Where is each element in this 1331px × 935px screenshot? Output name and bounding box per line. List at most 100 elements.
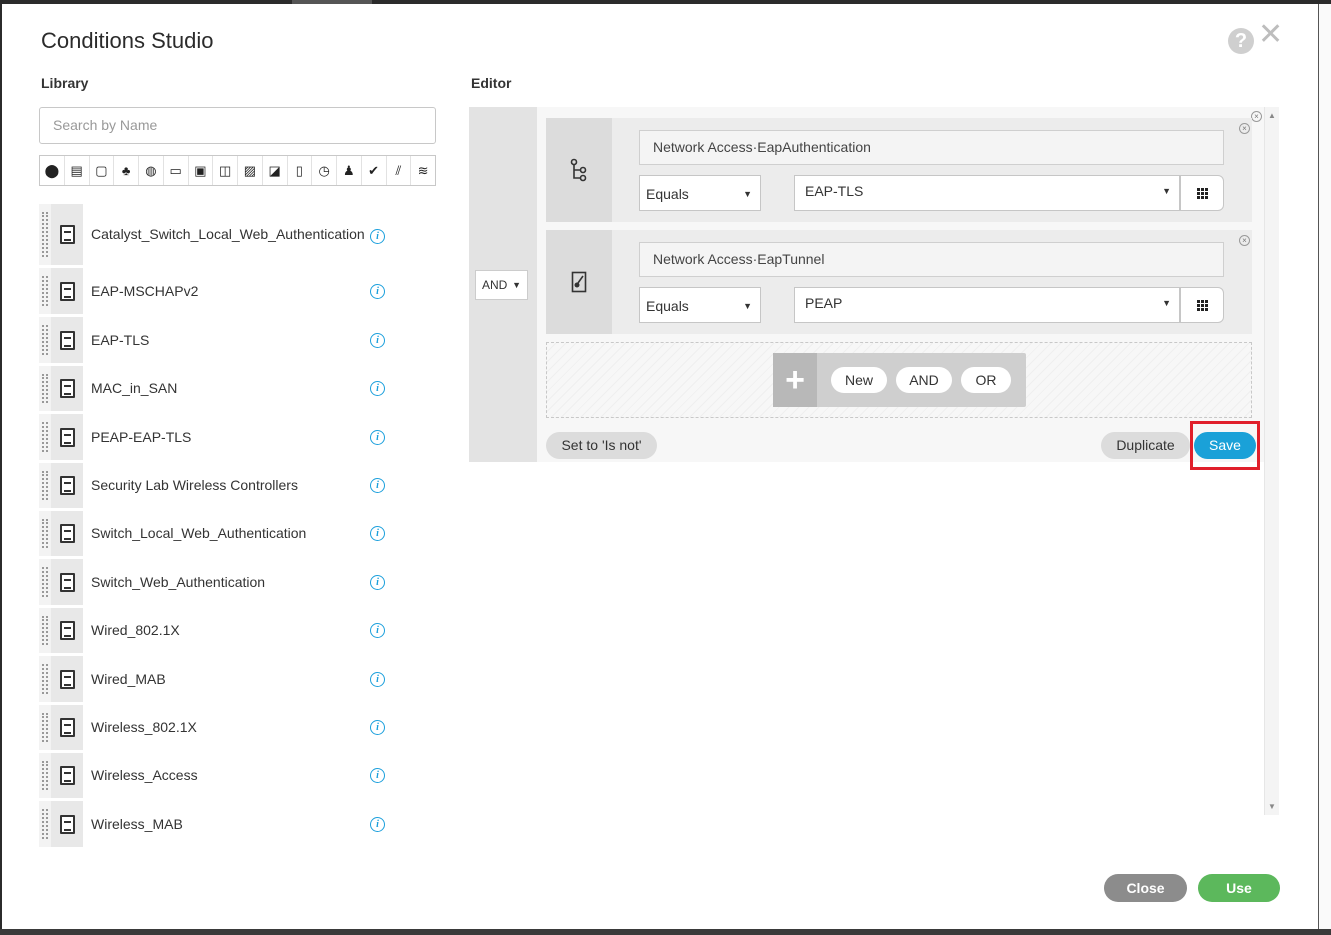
or-button[interactable]: OR [961,367,1011,393]
attribute-field[interactable]: Network Access·EapAuthentication [639,130,1224,165]
library-item[interactable]: Switch_Local_Web_Authentication i [39,511,419,559]
drag-handle-icon[interactable] [39,463,51,508]
info-icon[interactable]: i [370,817,385,832]
drag-handle-icon[interactable] [39,656,51,702]
scroll-up-icon[interactable]: ▲ [1268,111,1276,120]
library-item[interactable]: Security Lab Wireless Controllers i [39,463,419,511]
info-icon[interactable]: i [370,430,385,445]
library-item[interactable]: PEAP-EAP-TLS i [39,414,419,463]
library-item[interactable]: EAP-TLS i [39,317,419,366]
value-select[interactable]: PEAP ▼ [794,287,1180,323]
hierarchy-icon[interactable]: ⫽ [387,156,412,185]
library-search-input[interactable]: Search by Name [39,107,436,144]
library-label: Library [41,75,89,91]
use-button[interactable]: Use [1198,874,1280,902]
logic-operator-value: AND [482,278,508,292]
logic-operator-select[interactable]: AND ▼ [475,270,528,300]
user-icon[interactable]: ♟ [337,156,362,185]
endpoint-icon[interactable]: ▨ [238,156,263,185]
drag-handle-icon[interactable] [39,753,51,798]
location-pin-icon[interactable]: ⬤ [40,156,65,185]
info-icon[interactable]: i [370,575,385,590]
monitor-icon[interactable]: ▭ [164,156,189,185]
background-bottom-edge [0,929,1331,935]
wifi-icon[interactable]: ≋ [411,156,435,185]
dialog-title: Conditions Studio [41,28,214,53]
condition-book-icon [51,268,83,314]
library-item[interactable]: EAP-MSCHAPv2 i [39,268,419,317]
certificate-icon [546,230,612,334]
library-item-name: Catalyst_Switch_Local_Web_Authentication [83,204,419,265]
editor-scrollbar[interactable]: ▲ ▼ [1264,107,1279,815]
duplicate-button[interactable]: Duplicate [1101,432,1190,459]
remove-condition-icon[interactable]: × [1239,235,1250,246]
drag-handle-icon[interactable] [39,204,51,265]
new-condition-button[interactable]: New [831,367,887,393]
attribute-field[interactable]: Network Access·EapTunnel [639,242,1224,277]
set-is-not-button[interactable]: Set to 'Is not' [546,432,657,459]
info-icon[interactable]: i [370,768,385,783]
plus-icon[interactable]: + [773,353,817,407]
operator-value: Equals [646,298,689,314]
drag-handle-icon[interactable] [39,801,51,847]
library-item-name: MAC_in_SAN [83,366,419,411]
chevron-down-icon: ▼ [1162,186,1171,196]
value-text: PEAP [805,295,843,311]
info-icon[interactable]: i [370,229,385,244]
remove-condition-icon[interactable]: × [1239,123,1250,134]
clock-icon[interactable]: ◷ [312,156,337,185]
certificate-icon[interactable]: ◪ [263,156,288,185]
info-icon[interactable]: i [370,284,385,299]
library-item[interactable]: MAC_in_SAN i [39,366,419,414]
condition-book-icon [51,608,83,653]
drag-handle-icon[interactable] [39,366,51,411]
globe-icon[interactable]: ◍ [139,156,164,185]
condition-book-icon [51,559,83,605]
square-icon[interactable]: ▢ [90,156,115,185]
users-icon[interactable]: ♣ [114,156,139,185]
library-list: Catalyst_Switch_Local_Web_Authentication… [39,204,419,847]
remove-group-icon[interactable]: × [1251,111,1262,122]
library-item[interactable]: Wireless_Access i [39,753,419,801]
network-device-icon[interactable]: ◫ [213,156,238,185]
info-icon[interactable]: i [370,478,385,493]
info-icon[interactable]: i [370,526,385,541]
help-icon[interactable]: ? [1228,28,1254,54]
library-item[interactable]: Wired_802.1X i [39,608,419,656]
drag-handle-icon[interactable] [39,511,51,556]
info-icon[interactable]: i [370,333,385,348]
dictionary-grid-button[interactable] [1180,175,1224,211]
close-icon[interactable]: ✕ [1258,20,1283,50]
value-select[interactable]: EAP-TLS ▼ [794,175,1180,211]
drag-handle-icon[interactable] [39,705,51,750]
device-search-icon[interactable]: ▤ [65,156,90,185]
info-icon[interactable]: i [370,381,385,396]
library-item[interactable]: Wireless_MAB i [39,801,419,847]
operator-select[interactable]: Equals ▼ [639,175,761,211]
condition-book-icon [51,801,83,847]
chevron-down-icon: ▼ [1162,298,1171,308]
drag-handle-icon[interactable] [39,559,51,605]
editor-label: Editor [471,75,512,91]
library-item-name: Switch_Local_Web_Authentication [83,511,419,556]
library-item[interactable]: Switch_Web_Authentication i [39,559,419,608]
library-item[interactable]: Wired_MAB i [39,656,419,705]
operator-select[interactable]: Equals ▼ [639,287,761,323]
check-circle-icon[interactable]: ✔ [362,156,387,185]
scroll-down-icon[interactable]: ▼ [1268,802,1276,811]
drag-handle-icon[interactable] [39,268,51,314]
info-icon[interactable]: i [370,720,385,735]
monitor-pause-icon[interactable]: ▣ [189,156,214,185]
library-item[interactable]: Wireless_802.1X i [39,705,419,753]
drag-handle-icon[interactable] [39,317,51,363]
info-icon[interactable]: i [370,672,385,687]
drag-handle-icon[interactable] [39,414,51,460]
library-item[interactable]: Catalyst_Switch_Local_Web_Authentication… [39,204,419,268]
mobile-device-icon[interactable]: ▯ [288,156,313,185]
close-button[interactable]: Close [1104,874,1187,902]
and-button[interactable]: AND [896,367,952,393]
dictionary-grid-button[interactable] [1180,287,1224,323]
drag-handle-icon[interactable] [39,608,51,653]
info-icon[interactable]: i [370,623,385,638]
library-filter-bar: ⬤ ▤ ▢ ♣ ◍ ▭ ▣ ◫ ▨ ◪ ▯ ◷ ♟ ✔ ⫽ ≋ [39,155,436,186]
